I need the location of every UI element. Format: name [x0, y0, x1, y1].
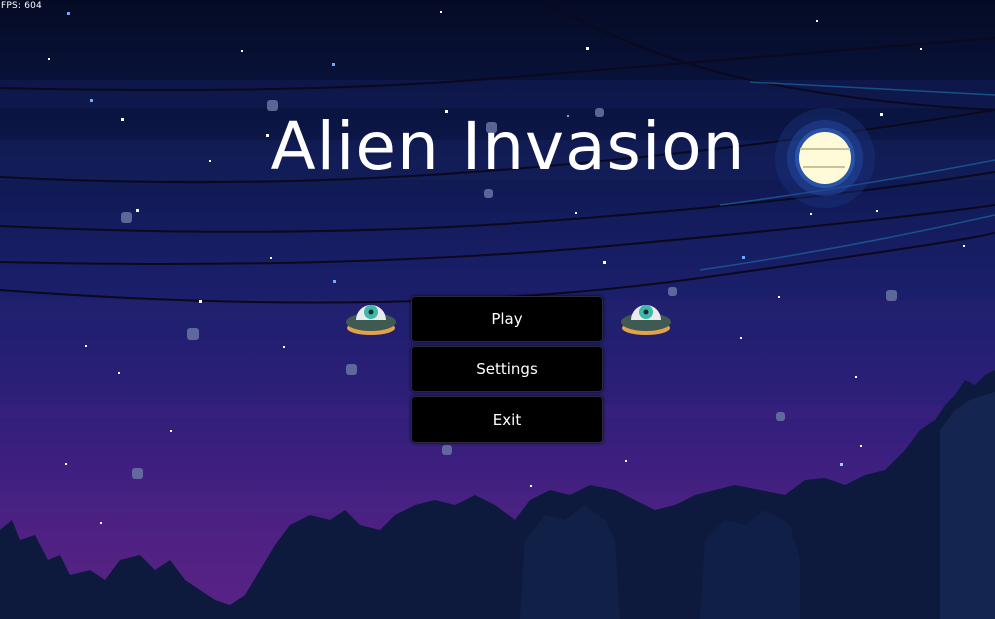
game-screen: FPS: 604 Alien Invasion Play Settings Ex…: [0, 0, 995, 619]
settings-button[interactable]: Settings: [411, 346, 603, 392]
game-title: Alien Invasion: [270, 108, 746, 185]
play-button[interactable]: Play: [411, 296, 603, 342]
fps-counter: FPS: 604: [1, 1, 42, 11]
main-menu: Play Settings Exit: [411, 296, 603, 447]
exit-button[interactable]: Exit: [411, 396, 603, 443]
ufo-icon: [346, 305, 396, 335]
ufo-icon: [621, 305, 671, 335]
